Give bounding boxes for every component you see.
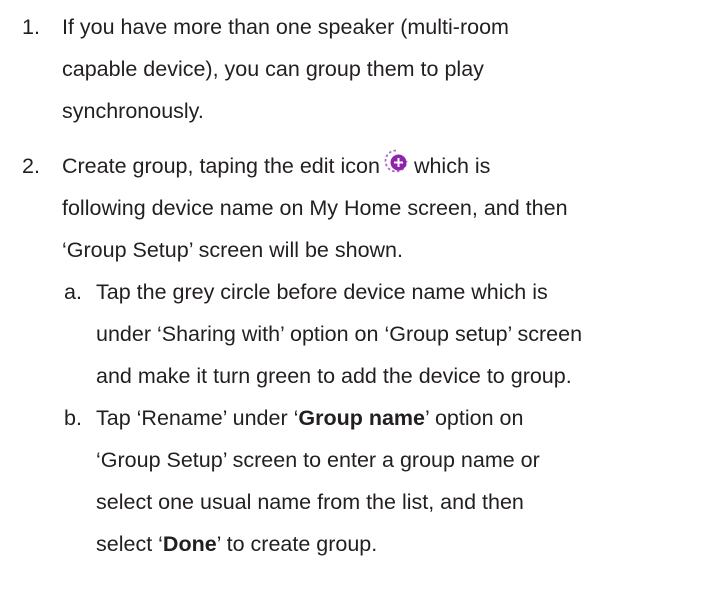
substep-line: select ‘Done’ to create group. [96, 523, 706, 565]
substep-line: Tap ‘Rename’ under ‘Group name’ option o… [96, 397, 706, 439]
step-text: which is [413, 154, 491, 178]
substep-letter: a. [64, 280, 82, 304]
step-line: capable device), you can group them to p… [62, 57, 484, 81]
substep-text: Tap ‘Rename’ under ‘ [96, 406, 299, 430]
step-number: 1. [22, 15, 40, 39]
step-line: synchronously. [62, 99, 204, 123]
substep-b-text: Tap ‘Rename’ under ‘Group name’ option o… [96, 397, 706, 565]
substep-text: ’ option on [425, 406, 524, 430]
step-number: 2. [22, 154, 40, 178]
done-term: Done [162, 532, 217, 556]
edit-group-icon [384, 149, 408, 173]
substep-line: Tap the grey circle before device name w… [96, 280, 548, 304]
step-1-text: If you have more than one speaker (multi… [62, 6, 702, 132]
substep-line: select one usual name from the list, and… [96, 490, 524, 514]
step-line: ‘Group Setup’ screen will be shown. [62, 238, 403, 262]
substep-letter: b. [64, 406, 82, 430]
step-2-text: Create group, taping the edit icon which… [62, 145, 702, 271]
step-line: If you have more than one speaker (multi… [62, 15, 509, 39]
substep-line: ‘Group Setup’ screen to enter a group na… [96, 448, 540, 472]
substep-text: ’ to create group. [216, 532, 378, 556]
substep-text: select ‘ [96, 532, 163, 556]
substep-line: and make it turn green to add the device… [96, 364, 572, 388]
step-line: following device name on My Home screen,… [62, 196, 568, 220]
group-name-term: Group name [298, 406, 426, 430]
step-text: Create group, taping the edit icon [62, 154, 380, 178]
step-line: Create group, taping the edit icon which… [62, 145, 702, 187]
substep-a-text: Tap the grey circle before device name w… [96, 271, 706, 397]
substep-line: under ‘Sharing with’ option on ‘Group se… [96, 322, 583, 346]
